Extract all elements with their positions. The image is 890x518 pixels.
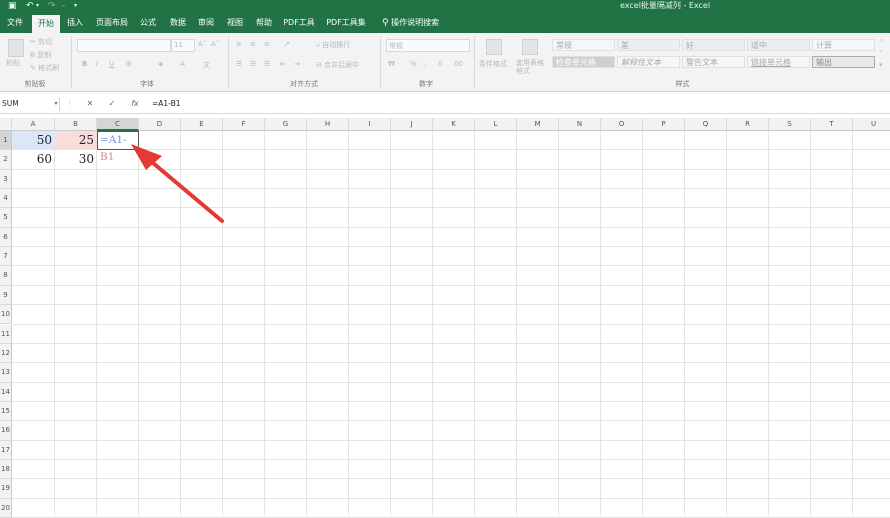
increase-font-icon[interactable]: A˄ (198, 40, 206, 48)
name-box-dropdown-icon[interactable]: ▾ (52, 97, 60, 111)
indent-decrease-icon[interactable]: ⇤ (280, 60, 286, 68)
format-painter-button[interactable]: ✎ 格式刷 (30, 63, 59, 73)
fill-color-icon[interactable]: ◈ (158, 60, 163, 68)
align-bottom-icon[interactable]: ≡ (264, 40, 270, 48)
font-size-select[interactable]: 11 (171, 39, 195, 52)
indent-increase-icon[interactable]: ⇥ (294, 60, 300, 68)
style-warning[interactable]: 警告文本 (682, 56, 745, 68)
alignment-group-label: 对齐方式 (290, 80, 318, 88)
align-right-icon[interactable]: ☰ (264, 60, 270, 68)
style-explanatory[interactable]: 解释性文本 (617, 56, 680, 68)
tab-data[interactable]: 数据 (165, 12, 191, 33)
insert-function-icon[interactable]: fx (128, 97, 142, 111)
undo-icon[interactable]: ↶ (26, 0, 34, 12)
conditional-format-icon[interactable] (486, 39, 502, 55)
number-group-label: 数字 (419, 80, 433, 88)
ribbon-home: 粘贴 ✂ 剪切 ⧉ 复制 ✎ 格式刷 剪贴板 11 A˄ A˅ B I U ⊞ … (0, 33, 890, 92)
tab-view[interactable]: 视图 (222, 12, 248, 33)
phonetic-icon[interactable]: 文 (203, 60, 210, 70)
decrease-decimal-icon[interactable]: .00 (452, 60, 463, 68)
tab-file[interactable]: 文件 (2, 12, 28, 33)
wrap-text-button[interactable]: ⤶ 自动换行 (316, 40, 350, 50)
align-middle-icon[interactable]: ≡ (250, 40, 256, 48)
style-check-cell[interactable]: 检查单元格 (552, 56, 615, 68)
tab-page-layout[interactable]: 页面布局 (93, 12, 131, 33)
style-calculation[interactable]: 计算 (812, 39, 875, 51)
tell-me-search[interactable]: ⚲ 操作说明搜索 (382, 12, 439, 33)
styles-scroll-up-icon[interactable]: ˄ (879, 39, 883, 47)
save-icon[interactable]: ▣ (8, 0, 17, 12)
underline-button[interactable]: U (109, 60, 114, 68)
tab-pdf-tools[interactable]: PDF工具 (281, 12, 317, 33)
redo-dropdown-icon[interactable]: - (62, 0, 65, 12)
style-good[interactable]: 好 (682, 39, 745, 51)
lightbulb-icon: ⚲ (382, 18, 389, 28)
table-format-label[interactable]: 套用表格格式 (516, 59, 546, 75)
decrease-font-icon[interactable]: A˅ (211, 40, 219, 48)
align-center-icon[interactable]: ☰ (250, 60, 256, 68)
tell-me-label: 操作说明搜索 (391, 18, 440, 27)
comma-icon[interactable]: , (424, 60, 426, 68)
style-neutral[interactable]: 适中 (747, 39, 810, 51)
italic-button[interactable]: I (96, 60, 98, 68)
window-title: excel批量隔减列 - Excel (620, 1, 711, 10)
paste-icon[interactable] (8, 39, 24, 57)
brush-icon: ✎ (30, 64, 36, 72)
redo-icon[interactable]: ↷ (48, 0, 56, 12)
tab-insert[interactable]: 插入 (62, 12, 88, 33)
table-format-icon[interactable] (522, 39, 538, 55)
tab-pdf-toolset[interactable]: PDF工具集 (324, 12, 368, 33)
enter-formula-icon[interactable]: ✓ (106, 97, 118, 111)
copy-button[interactable]: ⧉ 复制 (30, 50, 51, 60)
merge-icon: ⊟ (316, 61, 322, 69)
cancel-formula-icon[interactable]: ✕ (84, 97, 96, 111)
wrap-icon: ⤶ (316, 41, 320, 49)
font-name-select[interactable] (77, 39, 171, 52)
formula-input[interactable]: =A1-B1 (152, 97, 181, 111)
styles-more-icon[interactable]: ▾ (879, 61, 883, 69)
style-output[interactable]: 输出 (812, 56, 875, 68)
merge-center-button[interactable]: ⊟ 合并后居中 (316, 60, 359, 70)
scissors-icon: ✂ (30, 38, 36, 46)
tab-review[interactable]: 审阅 (193, 12, 219, 33)
ribbon-tabs: 文件 开始 插入 页面布局 公式 数据 审阅 视图 帮助 PDF工具 PDF工具… (0, 12, 890, 33)
style-linked-cell[interactable]: 链接单元格 (747, 56, 810, 68)
undo-dropdown-icon[interactable]: ▾ (36, 0, 39, 12)
formula-bar: SUM ▾ ⋮ ✕ ✓ fx =A1-B1 (0, 96, 890, 114)
styles-group-label: 样式 (675, 80, 690, 88)
currency-icon[interactable]: ₩ · (388, 60, 399, 68)
border-icon[interactable]: ⊞ (126, 60, 132, 68)
tab-help[interactable]: 帮助 (251, 12, 277, 33)
annotation-arrow (131, 144, 224, 223)
clipboard-group-label: 剪贴板 (24, 80, 46, 88)
title-bar: ▣ ↶ ▾ ↷ - ▾ excel批量隔减列 - Excel (0, 0, 890, 12)
copy-icon: ⧉ (30, 51, 35, 59)
styles-scroll-down-icon[interactable]: ˅ (879, 50, 883, 58)
font-group-label: 字体 (140, 80, 154, 88)
orientation-icon[interactable]: ↗ (284, 40, 290, 48)
paste-label: 粘贴 (6, 59, 20, 67)
percent-icon[interactable]: % (410, 60, 417, 68)
worksheet-grid[interactable]: ABCDEFGHIJKLMNOPQRSTU 1 2 3 4 5 6 7 8 9 10 11 12 13 1… (0, 118, 890, 518)
align-left-icon[interactable]: ☰ (236, 60, 242, 68)
tab-home[interactable]: 开始 (32, 15, 60, 33)
formula-bar-handle-icon[interactable]: ⋮ (66, 97, 74, 111)
style-normal[interactable]: 常规 (552, 39, 615, 51)
conditional-format-label[interactable]: 条件格式 (479, 59, 507, 69)
name-box[interactable]: SUM (0, 97, 60, 111)
increase-decimal-icon[interactable]: .0 (436, 60, 443, 68)
font-color-icon[interactable]: A (180, 60, 185, 68)
tab-formulas[interactable]: 公式 (135, 12, 161, 33)
style-bad[interactable]: 差 (617, 39, 680, 51)
bold-button[interactable]: B (82, 60, 87, 68)
cut-button[interactable]: ✂ 剪切 (30, 37, 52, 47)
customize-icon[interactable]: ▾ (74, 0, 77, 12)
number-format-select[interactable]: 常规 (386, 39, 470, 52)
align-top-icon[interactable]: ≡ (236, 40, 242, 48)
